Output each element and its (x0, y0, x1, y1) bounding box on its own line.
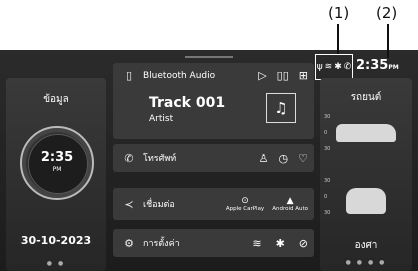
phone-status-icon: ✆ (343, 62, 352, 72)
degree-label: องศา (354, 240, 378, 251)
callout-1-leader (337, 24, 339, 54)
info-title: ข้อมูล (43, 94, 69, 105)
tick-label: 30 (324, 146, 331, 152)
car-side-icon (336, 124, 396, 142)
album-art-icon: ♫ (266, 93, 296, 123)
track-artist: Artist (149, 114, 174, 124)
mute-icon[interactable]: ⊘ (299, 237, 308, 250)
android-auto-label: Android Auto (272, 206, 308, 212)
share-icon: ≺ (124, 197, 134, 211)
apple-carplay-button[interactable]: ⊙ Apple CarPlay (226, 196, 264, 212)
media-card[interactable]: ▯ Bluetooth Audio ▷ ▯▯ ⊞ Track 001 Artis… (113, 63, 314, 139)
gear-icon: ⚙ (124, 236, 134, 250)
carplay-icon: ⊙ (241, 196, 249, 206)
track-title: Track 001 (149, 95, 226, 111)
usb-icon: ψ (316, 62, 323, 72)
phone-icon: ✆ (124, 151, 134, 165)
connect-row[interactable]: ≺ เชื่อมต่อ ⊙ Apple CarPlay ▲ Android Au… (113, 188, 314, 220)
page-indicator: ● ● (46, 260, 66, 267)
wifi-icon: ≋ (324, 62, 333, 72)
analog-clock: 2:35 PM (20, 126, 94, 200)
connect-label: เชื่อมต่อ (143, 200, 175, 210)
contacts-icon[interactable]: ♙ (259, 152, 269, 165)
favorites-icon[interactable]: ♡ (298, 152, 308, 165)
apple-carplay-label: Apple CarPlay (225, 206, 265, 212)
tick-label: 30 (324, 178, 331, 184)
android-auto-button[interactable]: ▲ Android Auto (272, 196, 308, 212)
date-label: 30-10-2023 (20, 234, 92, 247)
tick-label: 0 (324, 194, 328, 200)
bluetooth-toggle-icon[interactable]: ✱ (276, 237, 285, 250)
tick-label: 30 (324, 114, 331, 120)
pause-icon[interactable]: ▯▯ (277, 69, 289, 82)
recent-calls-icon[interactable]: ◷ (279, 152, 289, 165)
settings-label: การตั้งค่า (143, 239, 180, 249)
callout-1: (1) (328, 4, 350, 22)
status-icons: ψ ≋ ✱ ✆ (315, 54, 353, 80)
page-indicator: ● ● ● ● (345, 259, 387, 266)
vehicle-title: รถยนต์ (350, 92, 382, 103)
clock-ampm: PM (52, 166, 62, 173)
phone-row[interactable]: ✆ โทรศัพท์ ♙ ◷ ♡ (113, 144, 314, 172)
clock-time: 2:35 (40, 150, 74, 165)
grid-icon[interactable]: ⊞ (299, 69, 308, 82)
callout-2-leader (387, 24, 389, 58)
tick-label: 0 (324, 130, 328, 136)
bluetooth-icon: ✱ (334, 62, 342, 72)
android-auto-icon: ▲ (286, 196, 294, 206)
info-panel[interactable]: ข้อมูล 2:35 PM 30-10-2023 ● ● (6, 78, 106, 271)
settings-row[interactable]: ⚙ การตั้งค่า ≋ ✱ ⊘ (113, 229, 314, 257)
car-front-icon (346, 188, 386, 214)
wifi-toggle-icon[interactable]: ≋ (252, 237, 261, 250)
vehicle-panel[interactable]: รถยนต์ 30 0 30 30 0 30 องศา ● ● ● ● (320, 78, 412, 271)
status-clock: 2:35PM (356, 58, 399, 73)
bluetooth-audio-icon: ▯ (125, 69, 133, 82)
drag-handle[interactable] (185, 56, 233, 58)
phone-label: โทรศัพท์ (143, 154, 177, 164)
play-icon[interactable]: ▷ (258, 69, 266, 82)
tick-label: 30 (324, 210, 331, 216)
callout-2: (2) (376, 4, 398, 22)
media-source: Bluetooth Audio (143, 70, 216, 81)
